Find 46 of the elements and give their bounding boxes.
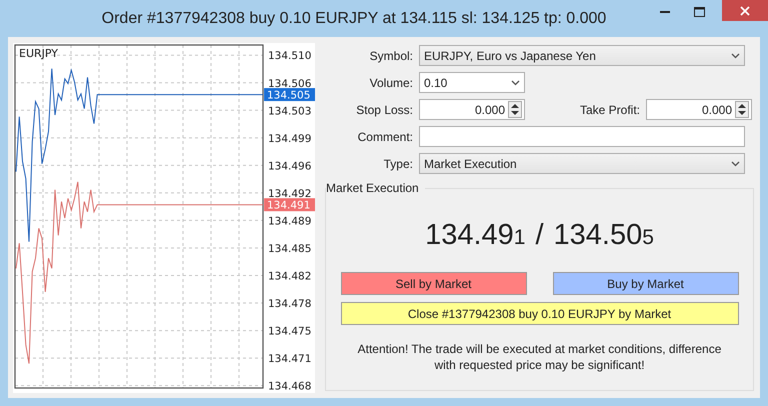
minimize-icon [660,11,670,13]
spinner-arrows-icon[interactable] [508,101,522,118]
axis-label: 134.485 [268,242,312,255]
price-tag: 134.491 [264,198,315,212]
dropdown[interactable]: Market Execution [419,153,745,174]
axis-label: 134.510 [268,50,312,62]
dropdown[interactable]: EURJPY, Euro vs Japanese Yen [419,45,745,66]
comment-field[interactable] [419,126,745,147]
axis-label: 134.492 [268,188,312,200]
group-title: Market Execution [326,181,425,195]
field-label: Take Profit: [578,102,641,116]
ask-price: 134.505 [554,219,654,252]
axis-label: 134.475 [268,326,312,338]
close-icon [740,6,750,16]
caret-icon [511,80,520,86]
number-field[interactable]: 0.000 [419,99,525,120]
close-order-button[interactable]: Close #1377942308 buy 0.10 EURJPY by Market [340,302,738,325]
warning-text: Attention! The trade will be executed at market conditions, difference with requested price may be significant! [356,341,722,373]
axis-label: 134.478 [268,298,312,310]
window-title: Order #1377942308 buy 0.10 EURJPY at 134.115 sl: 134.125 tp: 0.000 [100,10,608,28]
bid-price: 134.491 [425,219,526,252]
axis-label: 134.489 [268,215,312,228]
number-field[interactable]: 0.000 [646,99,752,120]
field-label: Symbol: [368,48,414,62]
field-label: Comment: [356,130,414,144]
axis-label: 134.499 [268,132,312,145]
field-label: Stop Loss: [355,102,414,116]
buy-button[interactable]: Buy by Market [552,272,738,295]
price-separator: / [535,219,544,252]
axis-label: 134.468 [268,380,312,393]
close-button[interactable] [722,0,768,21]
axis-label: 134.503 [268,105,312,118]
axis-label: 134.496 [268,160,312,172]
axis-label: 134.482 [268,270,312,282]
spinner-arrows-icon[interactable] [735,101,749,118]
field-label: Type: [382,156,414,170]
sell-button[interactable]: Sell by Market [340,272,526,295]
maximize-icon [694,7,704,17]
chart-title: EURJPY [19,47,58,60]
axis-label: 134.471 [268,353,312,366]
field-label: Volume: [368,76,414,90]
axis-label: 134.506 [268,78,312,90]
price-tag: 134.505 [264,88,315,102]
caret-icon [731,160,740,166]
dropdown[interactable]: 0.10 [419,72,525,93]
caret-icon [731,52,740,58]
